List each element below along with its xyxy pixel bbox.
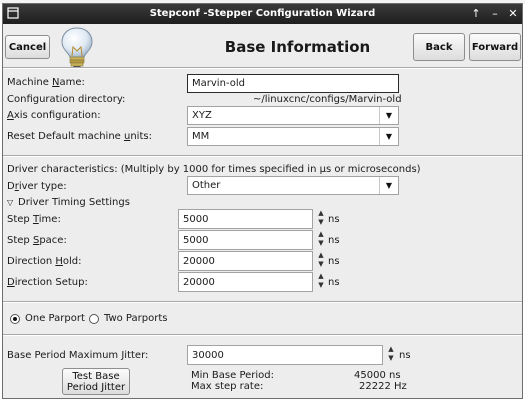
direction-setup-stepper[interactable]: ▲ ▼: [316, 272, 326, 290]
page-title: Base Information: [224, 38, 371, 56]
step-space-label: Step Space:: [7, 235, 67, 246]
two-parports-radio[interactable]: [89, 314, 99, 324]
close-icon[interactable]: ✕: [506, 7, 520, 21]
section-separator-highlight: [3, 302, 522, 303]
machine-name-label: Machine Name:: [7, 77, 85, 88]
direction-hold-unit: ns: [328, 256, 340, 267]
units-label: Reset Default machine units:: [7, 131, 152, 142]
min-base-period-value: 45000 ns: [354, 370, 401, 381]
jitter-field[interactable]: 30000: [187, 345, 383, 365]
back-button[interactable]: Back: [413, 33, 465, 61]
step-space-unit: ns: [328, 235, 340, 246]
one-parport-label[interactable]: One Parport: [25, 313, 85, 324]
chevron-down-icon: ▼: [379, 107, 398, 124]
chevron-down-icon: ▼: [379, 128, 398, 145]
window-menu-icon[interactable]: [6, 7, 20, 21]
expander-triangle-icon: ▽: [7, 198, 14, 207]
config-dir-label: Configuration directory:: [7, 94, 126, 105]
direction-setup-label: Direction Setup:: [7, 277, 88, 288]
units-select[interactable]: MM ▼: [187, 127, 399, 146]
step-space-field[interactable]: 5000: [178, 230, 313, 250]
step-time-stepper[interactable]: ▲ ▼: [316, 209, 326, 227]
axis-config-select[interactable]: XYZ ▼: [187, 106, 399, 125]
jitter-stepper[interactable]: ▲ ▼: [386, 345, 396, 363]
direction-hold-label: Direction Hold:: [7, 256, 82, 267]
title-bar[interactable]: Stepconf -Stepper Configuration Wizard ↑…: [3, 4, 522, 24]
min-base-period-label: Min Base Period:: [191, 370, 275, 381]
jitter-label: Base Period Maximum Jitter:: [7, 350, 149, 361]
two-parports-label[interactable]: Two Parports: [104, 313, 167, 324]
direction-setup-field[interactable]: 20000: [178, 272, 313, 292]
forward-button[interactable]: Forward: [469, 33, 521, 61]
test-jitter-line2: Period Jitter: [66, 381, 126, 393]
maximize-icon[interactable]: ↑: [469, 7, 483, 21]
driver-type-label: Driver type:: [7, 181, 67, 192]
step-time-label: Step Time:: [7, 214, 61, 225]
axis-config-value: XYZ: [192, 110, 212, 121]
cancel-button[interactable]: Cancel: [5, 35, 50, 59]
one-parport-radio[interactable]: [10, 314, 20, 324]
units-value: MM: [192, 131, 210, 142]
test-jitter-button[interactable]: Test Base Period Jitter: [62, 368, 130, 395]
timing-header-label: Driver Timing Settings: [18, 197, 130, 208]
section-separator-highlight: [3, 156, 522, 157]
max-step-rate-value: 22222 Hz: [359, 381, 407, 392]
direction-hold-stepper[interactable]: ▲ ▼: [316, 251, 326, 269]
step-space-stepper[interactable]: ▲ ▼: [316, 230, 326, 248]
window-title: Stepconf -Stepper Configuration Wizard: [149, 8, 376, 19]
step-time-field[interactable]: 5000: [178, 209, 313, 229]
driver-type-select[interactable]: Other ▼: [187, 176, 399, 195]
driver-characteristics-text: Driver characteristics: (Multiply by 100…: [7, 164, 421, 175]
header-separator-highlight: [3, 68, 522, 69]
config-dir-value: ~/linuxcnc/configs/Marvin-old: [253, 94, 402, 105]
section-separator-highlight: [3, 335, 522, 336]
minimize-icon[interactable]: –: [488, 7, 502, 21]
chevron-down-icon: ▼: [379, 177, 398, 194]
test-jitter-line1: Test Base: [72, 370, 120, 382]
direction-setup-unit: ns: [328, 277, 340, 288]
step-time-unit: ns: [328, 214, 340, 225]
timing-expander[interactable]: ▽ Driver Timing Settings: [7, 197, 207, 209]
driver-type-value: Other: [192, 180, 221, 191]
lightbulb-icon: [57, 25, 97, 71]
jitter-unit: ns: [399, 350, 411, 361]
direction-hold-field[interactable]: 20000: [178, 251, 313, 271]
axis-config-label: Axis configuration:: [7, 110, 101, 121]
machine-name-field[interactable]: Marvin-old: [187, 74, 399, 93]
max-step-rate-label: Max step rate:: [191, 381, 264, 392]
